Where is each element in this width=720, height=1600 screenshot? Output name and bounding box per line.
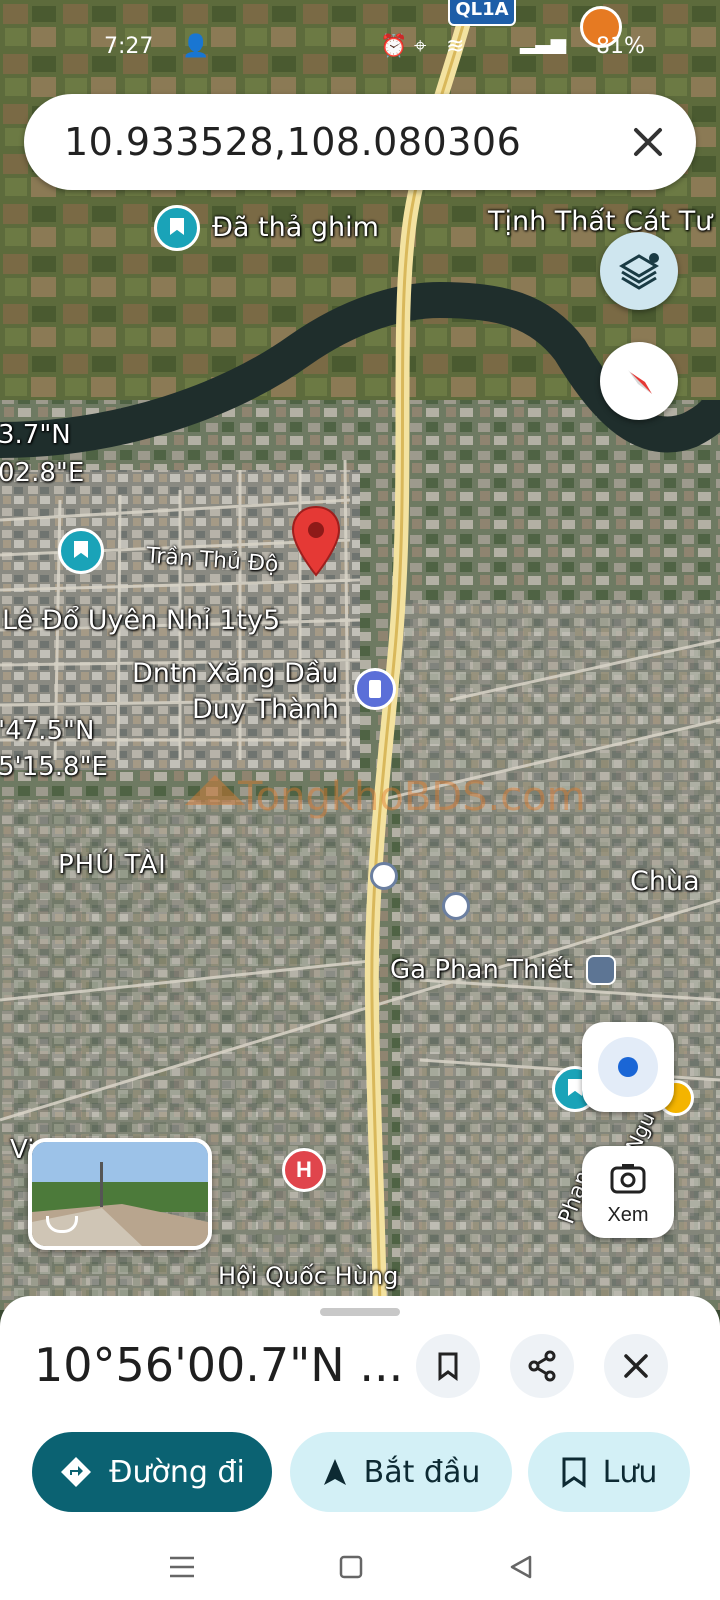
compass-icon (628, 370, 652, 394)
map-label-xang-dau-1[interactable]: Dntn Xăng Dầu (132, 658, 339, 689)
bookmark-icon (438, 1352, 458, 1381)
map-label-le-do[interactable]: Lê Đổ Uyên Nhỉ 1ty5 (2, 605, 280, 636)
navigation-arrow-icon (323, 1459, 346, 1485)
battery-level: 81% (596, 34, 645, 59)
layers-button[interactable] (600, 232, 678, 310)
map-label-coord-3: '47.5"N (0, 716, 95, 746)
search-bar[interactable]: 10.933528,108.080306 (24, 94, 696, 190)
train-station-icon[interactable] (586, 955, 616, 985)
search-query[interactable]: 10.933528,108.080306 (64, 94, 521, 190)
clear-search-icon[interactable] (630, 124, 666, 160)
directions-icon (61, 1457, 92, 1487)
start-button[interactable]: Bắt đầu (290, 1432, 512, 1512)
map-label-coord-4: 5'15.8"E (0, 752, 108, 782)
close-button[interactable] (604, 1334, 668, 1398)
save-bookmark-icon (562, 1457, 586, 1488)
road-shield: QL1A (448, 0, 516, 26)
save-label: Lưu (602, 1454, 658, 1490)
map-label-phu-tai[interactable]: PHÚ TÀI (58, 850, 167, 880)
lens-explore-button[interactable]: Xem (582, 1146, 674, 1238)
place-coordinates-title: 10°56'00.7"N ... (34, 1338, 404, 1392)
location-icon: ⌖ (414, 34, 427, 59)
close-icon (624, 1354, 648, 1378)
status-bar: 7:27 👤 ⏰ ⌖ ≋ ▂▃▅ 81% (0, 30, 720, 66)
map-label-xang-dau-2[interactable]: Duy Thành (192, 694, 339, 725)
map-label-coord-1: 3.7"N (0, 420, 71, 450)
directions-button[interactable]: Đường đi (32, 1432, 272, 1512)
home-icon[interactable] (338, 1554, 364, 1580)
dropped-pin-marker[interactable] (290, 505, 342, 577)
share-icon (528, 1350, 556, 1382)
back-icon[interactable] (508, 1554, 534, 1580)
layers-icon (619, 253, 659, 290)
system-nav-bar (0, 1536, 720, 1600)
my-location-dot-icon (598, 1037, 658, 1097)
recent-apps-icon[interactable] (168, 1554, 196, 1580)
wifi-icon: ≋ (446, 34, 465, 59)
explore-label: Xem (607, 1204, 649, 1226)
start-label: Bắt đầu (363, 1454, 481, 1490)
bus-stop-icon[interactable] (442, 892, 470, 920)
watermark-text: TongkhoBDS.com (237, 774, 586, 820)
my-location-button[interactable] (582, 1022, 674, 1112)
gas-station-icon[interactable] (354, 668, 396, 710)
drag-handle[interactable] (320, 1308, 400, 1316)
map-label-coord-2: 02.8"E (0, 458, 85, 488)
street-view-thumbnail[interactable] (28, 1138, 212, 1250)
share-button[interactable] (510, 1334, 574, 1398)
save-button[interactable]: Lưu (528, 1432, 690, 1512)
notification-person-icon: 👤 (182, 34, 210, 59)
status-time: 7:27 (104, 34, 154, 59)
map-label-chua[interactable]: Chùa (630, 866, 700, 897)
satellite-map[interactable]: TongkhoBDS.com QL1A Đã thả ghim Tịnh Thấ… (0, 0, 720, 1310)
camera-lens-icon (610, 1164, 646, 1194)
map-label-bottom: Hội Quốc Hùng (218, 1262, 399, 1290)
bookmark-pin-icon[interactable] (58, 528, 104, 574)
map-label-dropped-pin[interactable]: Đã thả ghim (212, 212, 379, 243)
compass-button[interactable] (600, 342, 678, 420)
directions-label: Đường đi (109, 1454, 245, 1490)
alarm-icon: ⏰ (380, 34, 408, 59)
hospital-icon[interactable]: H (282, 1148, 326, 1192)
bookmark-button[interactable] (416, 1334, 480, 1398)
bus-stop-icon[interactable] (370, 862, 398, 890)
signal-icon: ▂▃▅ (520, 30, 567, 54)
bookmark-pin-icon[interactable] (154, 205, 200, 251)
map-label-ga-phan-thiet[interactable]: Ga Phan Thiết (390, 955, 573, 985)
